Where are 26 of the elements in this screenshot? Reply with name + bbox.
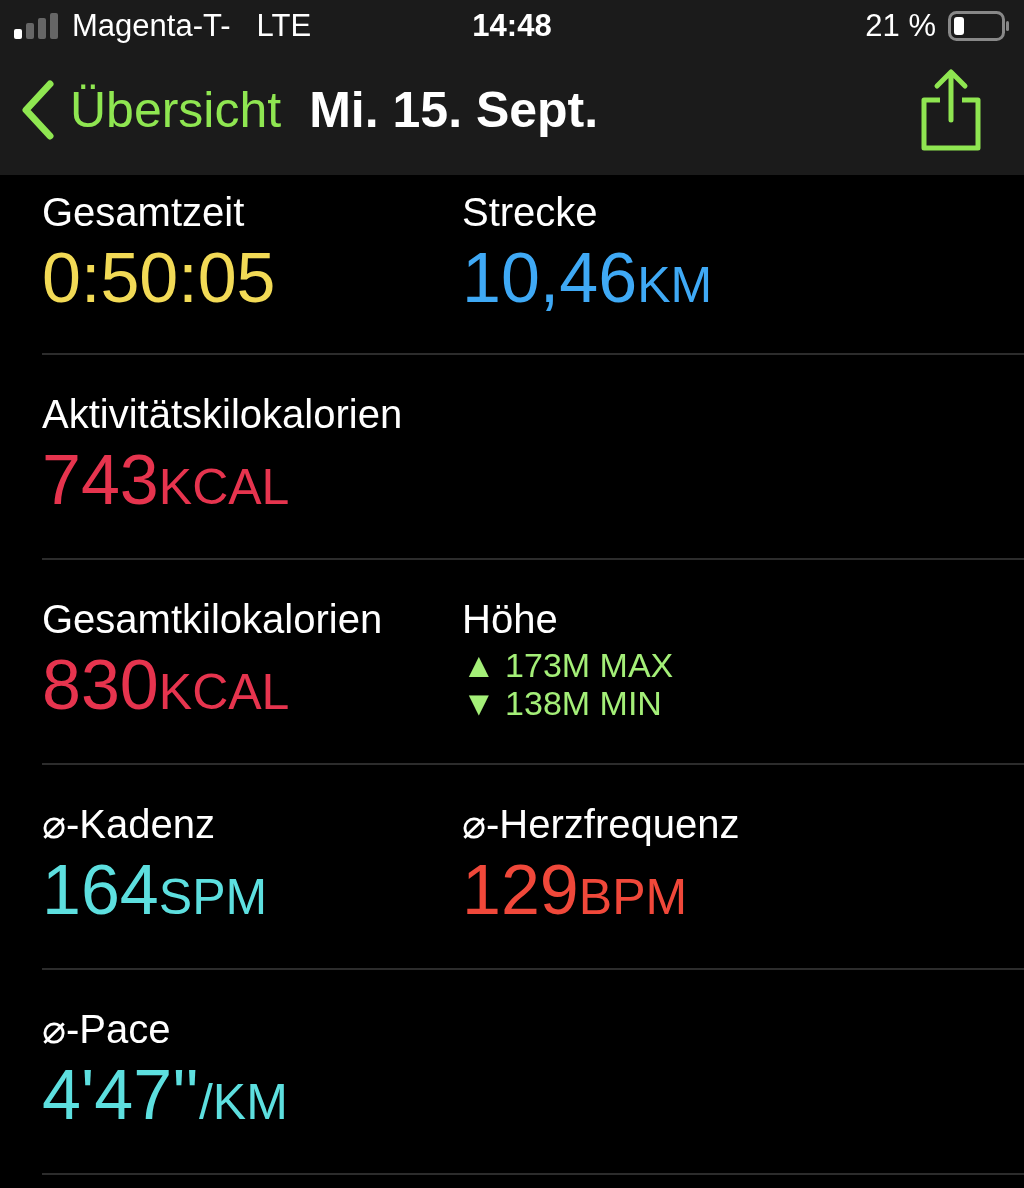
battery-icon	[948, 11, 1010, 41]
metric-label: Strecke	[462, 189, 599, 235]
chevron-icon	[20, 79, 56, 140]
page-title: Mi. 15. Sept.	[309, 80, 600, 139]
metric-value: 743KCAL	[42, 440, 291, 521]
metric-label: Gesamtkilokalorien	[42, 596, 384, 642]
metric-value: 10,46KM	[462, 238, 714, 319]
elevation-value: ▲ 173M MAX	[462, 646, 675, 684]
metric-value: 0:50:05	[42, 238, 277, 319]
metric-label: ⌀-Kadenz	[42, 801, 216, 847]
carrier-name: Magenta-T-	[72, 8, 231, 44]
signal-icon	[14, 13, 60, 39]
metric-label: Aktivitätskilokalorien	[42, 391, 404, 437]
battery-percent: 21 %	[865, 8, 936, 44]
back-button[interactable]: Übersicht	[20, 79, 282, 140]
metric-value: 129BPM	[462, 850, 689, 931]
metric-value: 830KCAL	[42, 645, 291, 726]
metric-label: ⌀-Pace	[42, 1006, 172, 1052]
network-type: LTE	[256, 8, 312, 44]
metric-label: Höhe	[462, 596, 559, 642]
metric-value: 4'47''/KM	[42, 1055, 289, 1136]
elevation-value: ▼ 138M MIN	[462, 684, 663, 722]
metric-label: Gesamtzeit	[42, 189, 246, 235]
metric-value: 164SPM	[42, 850, 269, 931]
metric-label: ⌀-Herzfrequenz	[462, 801, 741, 847]
clock-time: 14:48	[472, 8, 552, 44]
